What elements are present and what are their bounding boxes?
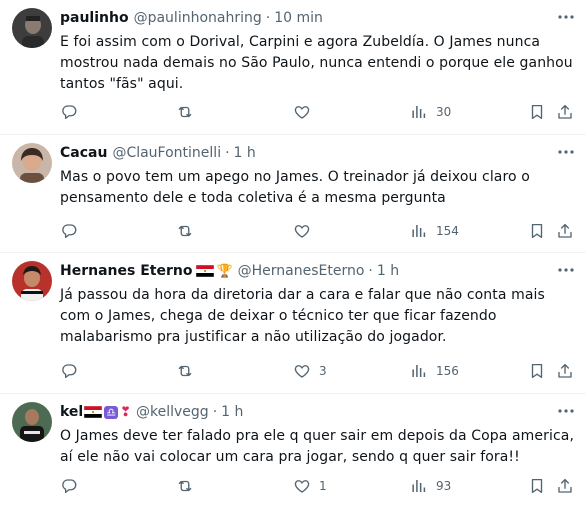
author-name[interactable]: Hernanes Eterno: [60, 263, 192, 279]
reply-icon: [60, 103, 78, 121]
like-button[interactable]: [293, 102, 319, 122]
timestamp[interactable]: 1 h: [221, 404, 243, 420]
view-count: 30: [436, 105, 452, 119]
bookmark-icon: [528, 362, 546, 380]
views-button[interactable]: 30: [410, 102, 451, 122]
author-handle[interactable]: @ClauFontinelli: [112, 145, 221, 161]
tweet-text: E foi assim com o Dorival, Carpini e ago…: [60, 34, 573, 92]
like-icon: [293, 103, 311, 121]
timestamp[interactable]: 1 h: [377, 263, 399, 279]
like-count: 3: [319, 364, 327, 378]
views-icon: [410, 362, 428, 380]
like-icon: [293, 222, 311, 240]
tweet-text: Mas o povo tem um apego no James. O trei…: [60, 169, 530, 206]
action-bar: 1 93: [60, 476, 576, 496]
reply-icon: [60, 477, 78, 495]
retweet-icon: [176, 362, 194, 380]
tweet-text: O James deve ter falado pra ele q quer s…: [60, 428, 574, 465]
separator: ·: [225, 145, 230, 161]
bookmark-button[interactable]: [528, 221, 546, 241]
retweet-button[interactable]: [176, 221, 194, 241]
tweet-1[interactable]: paulinho @paulinhonahring · 10 min E foi…: [0, 0, 586, 135]
tweet-4[interactable]: kel ♎ ❣ @kellvegg · 1 h O James deve ter…: [0, 394, 586, 509]
view-count: 156: [436, 364, 459, 378]
action-bar: 3 156: [60, 361, 576, 381]
like-button[interactable]: 1: [293, 476, 327, 496]
more-icon[interactable]: [556, 145, 576, 159]
separator: ·: [368, 263, 373, 279]
egypt-flag-icon: [84, 406, 102, 418]
trophy-icon: 🏆: [216, 263, 233, 279]
share-button[interactable]: [556, 102, 574, 122]
author-handle[interactable]: @paulinhonahring: [134, 10, 262, 26]
view-count: 154: [436, 224, 459, 238]
tweet-header: Hernanes Eterno 🏆 @HernanesEterno · 1 h: [60, 261, 399, 281]
avatar[interactable]: [12, 402, 52, 442]
author-name[interactable]: Cacau: [60, 145, 107, 161]
more-icon[interactable]: [556, 10, 576, 24]
egypt-flag-icon: [196, 265, 214, 277]
tweet-2[interactable]: Cacau @ClauFontinelli · 1 h Mas o povo t…: [0, 135, 586, 253]
author-name[interactable]: kel: [60, 404, 83, 420]
retweet-button[interactable]: [176, 102, 194, 122]
bookmark-button[interactable]: [528, 102, 546, 122]
retweet-button[interactable]: [176, 476, 194, 496]
separator: ·: [212, 404, 218, 420]
avatar[interactable]: [12, 143, 52, 183]
avatar[interactable]: [12, 261, 52, 301]
libra-icon: ♎: [104, 405, 119, 419]
retweet-icon: [176, 477, 194, 495]
like-count: 1: [319, 479, 327, 493]
bookmark-button[interactable]: [528, 476, 546, 496]
tweet-header: paulinho @paulinhonahring · 10 min: [60, 8, 323, 28]
timestamp[interactable]: 1 h: [234, 145, 256, 161]
action-bar: 30: [60, 102, 576, 122]
share-button[interactable]: [556, 361, 574, 381]
like-button[interactable]: [293, 221, 319, 241]
share-icon: [556, 477, 574, 495]
like-button[interactable]: 3: [293, 361, 327, 381]
tweet-header: kel ♎ ❣ @kellvegg · 1 h: [60, 402, 243, 422]
retweet-button[interactable]: [176, 361, 194, 381]
views-icon: [410, 222, 428, 240]
heart-icon: ❣: [120, 404, 132, 420]
share-icon: [556, 222, 574, 240]
like-icon: [293, 362, 311, 380]
more-icon[interactable]: [556, 263, 576, 277]
tweet-header: Cacau @ClauFontinelli · 1 h: [60, 143, 256, 163]
share-icon: [556, 362, 574, 380]
views-button[interactable]: 93: [410, 476, 451, 496]
bookmark-icon: [528, 103, 546, 121]
reply-icon: [60, 222, 78, 240]
tweet-text: Já passou da hora da diretoria dar a car…: [60, 287, 545, 345]
reply-icon: [60, 362, 78, 380]
views-button[interactable]: 154: [410, 221, 459, 241]
timestamp[interactable]: 10 min: [274, 10, 323, 26]
author-handle[interactable]: @kellvegg: [136, 404, 209, 420]
retweet-icon: [176, 103, 194, 121]
reply-button[interactable]: [60, 221, 78, 241]
views-icon: [410, 477, 428, 495]
bookmark-icon: [528, 477, 546, 495]
view-count: 93: [436, 479, 452, 493]
more-icon[interactable]: [556, 404, 576, 418]
bookmark-button[interactable]: [528, 361, 546, 381]
share-button[interactable]: [556, 476, 574, 496]
share-button[interactable]: [556, 221, 574, 241]
like-icon: [293, 477, 311, 495]
avatar[interactable]: [12, 8, 52, 48]
reply-button[interactable]: [60, 102, 78, 122]
views-icon: [410, 103, 428, 121]
separator: ·: [265, 10, 271, 26]
share-icon: [556, 103, 574, 121]
reply-button[interactable]: [60, 476, 78, 496]
reply-button[interactable]: [60, 361, 78, 381]
views-button[interactable]: 156: [410, 361, 459, 381]
retweet-icon: [176, 222, 194, 240]
tweet-3[interactable]: Hernanes Eterno 🏆 @HernanesEterno · 1 h …: [0, 253, 586, 394]
bookmark-icon: [528, 222, 546, 240]
author-name[interactable]: paulinho: [60, 10, 129, 26]
author-handle[interactable]: @HernanesEterno: [238, 263, 365, 279]
action-bar: 154: [60, 221, 576, 241]
